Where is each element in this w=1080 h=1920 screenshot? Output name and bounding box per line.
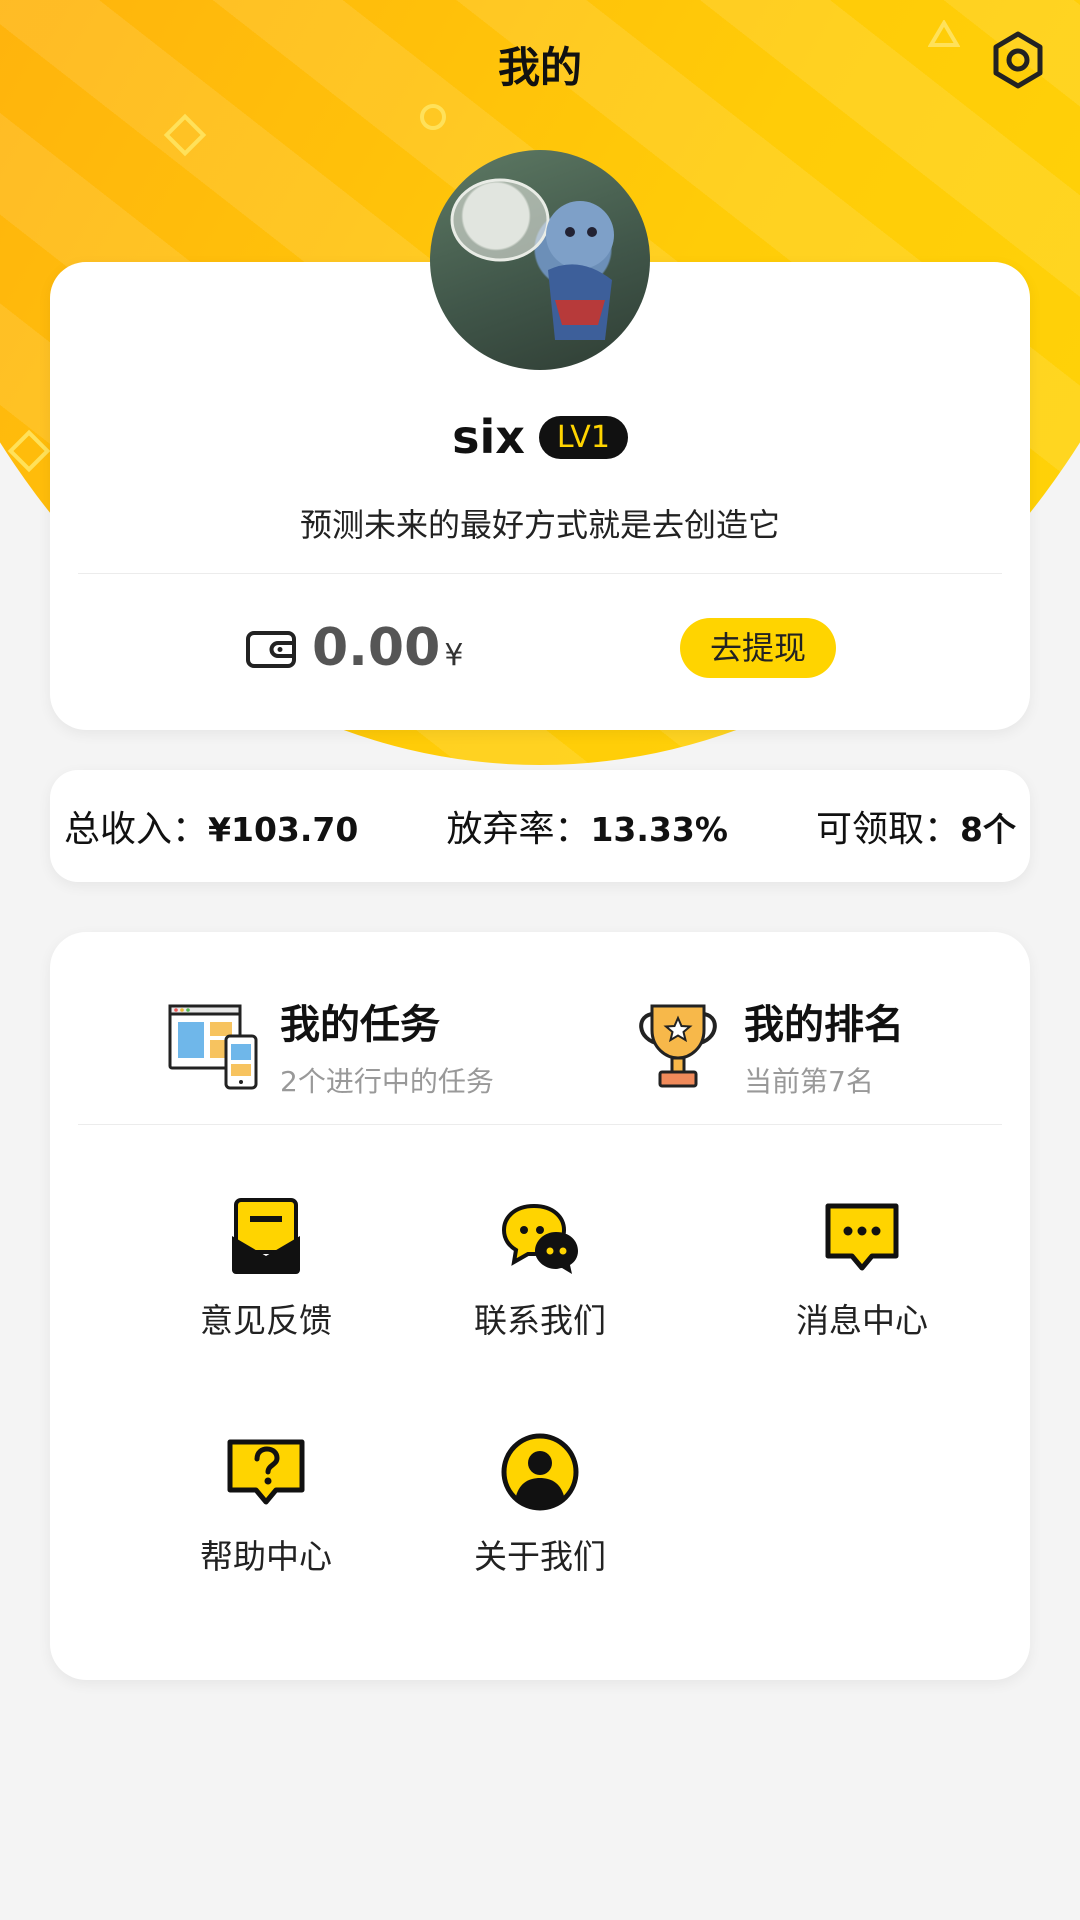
avatar[interactable] (430, 150, 650, 370)
my-ranking-entry[interactable]: 我的排名 当前第7名 (632, 992, 904, 1100)
envelope-icon (232, 1198, 300, 1274)
menu-item-help-center[interactable]: 帮助中心 (156, 1432, 376, 1578)
stat-claimable: 可领取：8个 (816, 809, 1016, 850)
balance-amount: 0.00 ¥ (312, 618, 464, 678)
motto: 预测未来的最好方式就是去创造它 (299, 506, 780, 544)
my-tasks-entry[interactable]: 我的任务 2个进行中的任务 (168, 992, 494, 1100)
user-circle-icon (501, 1433, 579, 1511)
menu-item-contact-us[interactable]: 联系我们 (430, 1196, 650, 1342)
trophy-icon (639, 1004, 717, 1088)
my-ranking-subtitle: 当前第7名 (744, 1065, 874, 1098)
settings-button[interactable] (990, 30, 1046, 90)
menu-item-feedback[interactable]: 意见反馈 (156, 1196, 376, 1342)
decor-circle (420, 104, 446, 130)
help-icon (227, 1439, 305, 1505)
stats-bar: 总收入：¥103.70 放弃率：13.33% 可领取：8个 (50, 770, 1030, 882)
page-title: 我的 (497, 43, 582, 92)
withdraw-button[interactable]: 去提现 (680, 618, 836, 678)
menu-item-about-us[interactable]: 关于我们 (430, 1432, 650, 1578)
stat-abandon-rate: 放弃率：13.33% (446, 809, 728, 850)
settings-hexagon-icon (993, 31, 1043, 89)
my-ranking-title: 我的排名 (744, 1002, 904, 1048)
username: six (452, 410, 525, 464)
functions-card: 我的任务 2个进行中的任务 我的排名 当前第7名 意见反馈 联系我们 消息中心 … (50, 932, 1030, 1680)
tasks-devices-icon (168, 1004, 258, 1090)
wallet-icon (246, 631, 296, 668)
level-badge: LV1 (538, 415, 628, 459)
divider (78, 1124, 1002, 1125)
currency-symbol: ¥ (444, 638, 464, 673)
chat-bubbles-icon (501, 1203, 578, 1274)
my-tasks-subtitle: 2个进行中的任务 (280, 1065, 494, 1098)
divider (78, 573, 1002, 574)
stat-total-income: 总收入：¥103.70 (64, 809, 359, 850)
my-tasks-title: 我的任务 (280, 1002, 440, 1048)
username-row: six LV1 (0, 410, 1080, 464)
menu-item-message-center[interactable]: 消息中心 (752, 1196, 972, 1342)
message-icon (825, 1203, 899, 1271)
